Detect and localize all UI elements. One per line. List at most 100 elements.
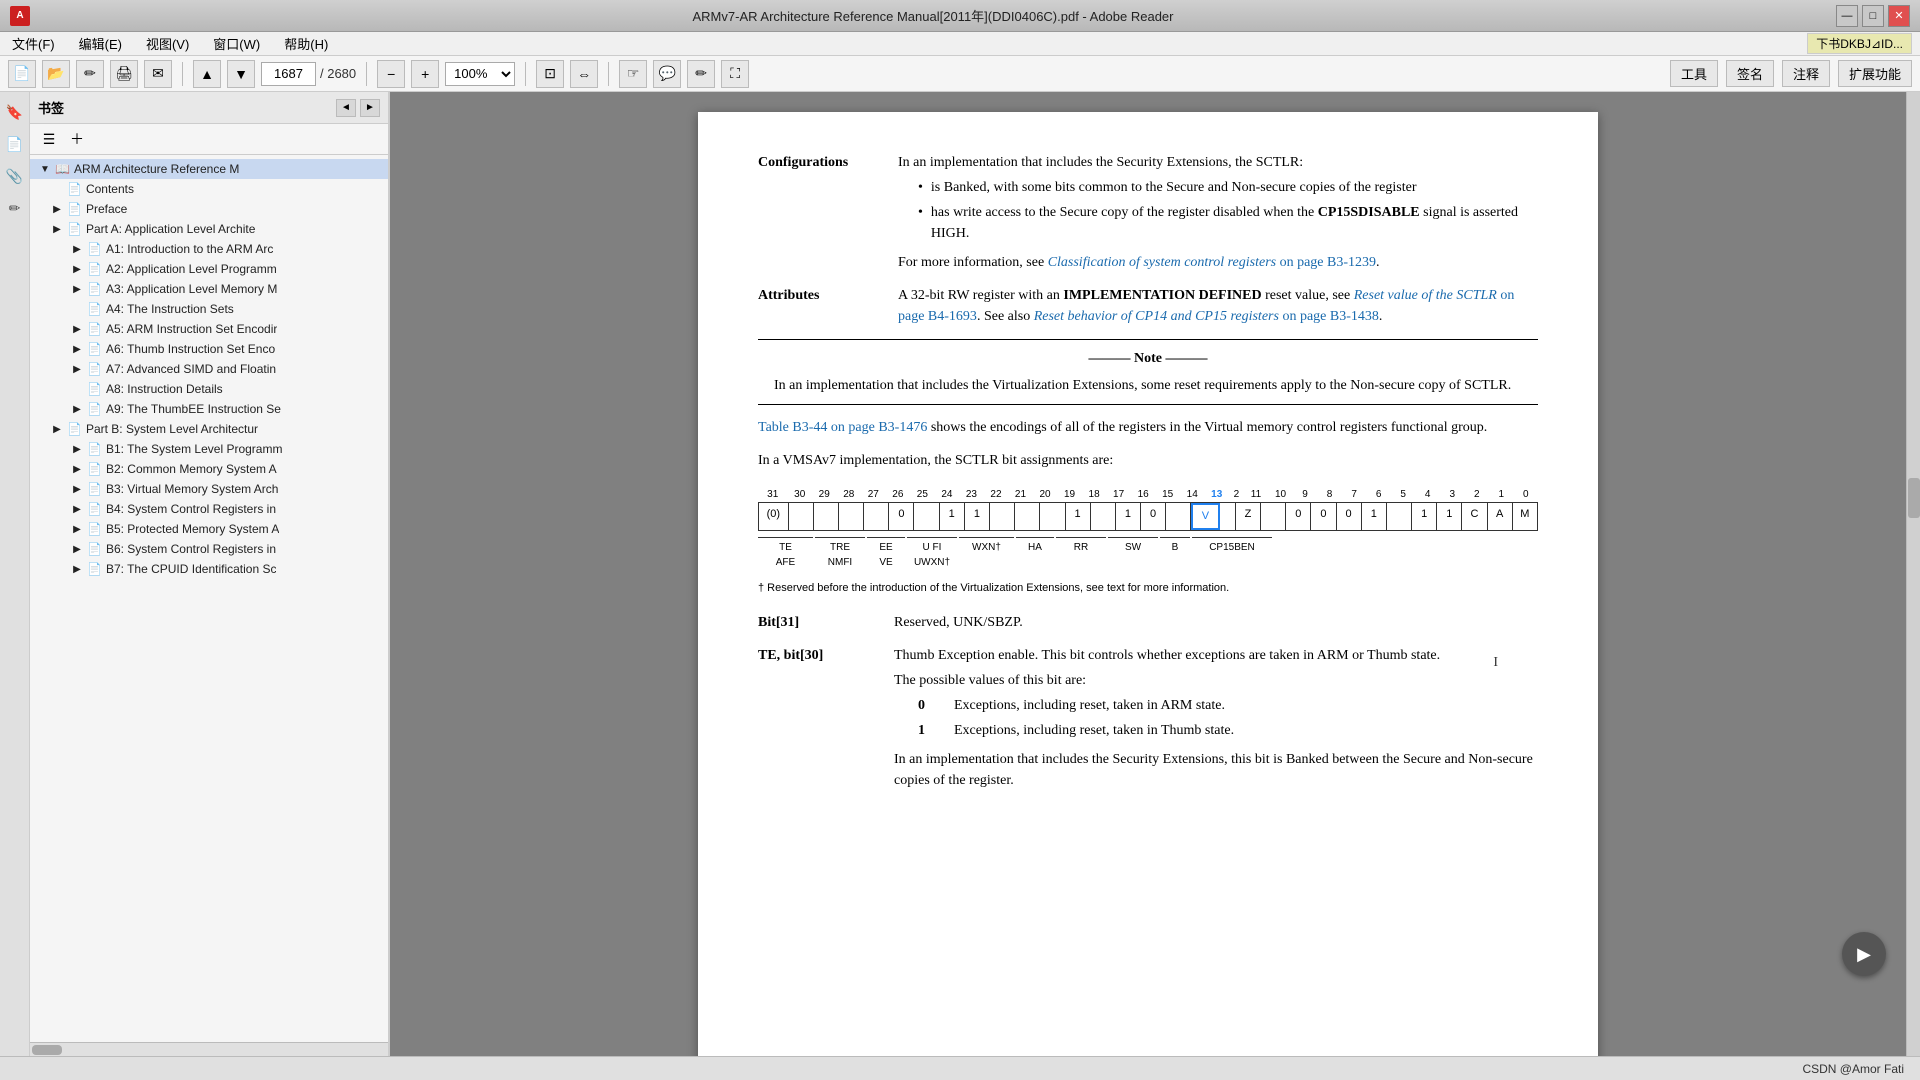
- bit-num-6: 6: [1366, 487, 1391, 502]
- edit-button[interactable]: ✏: [76, 60, 104, 88]
- open-button[interactable]: 📂: [42, 60, 70, 88]
- expand-icon-a2[interactable]: ▶: [70, 262, 84, 276]
- sidebar-collapse-btn[interactable]: ◄: [336, 99, 356, 117]
- close-button[interactable]: ✕: [1888, 5, 1910, 27]
- right-scrollbar[interactable]: [1906, 92, 1920, 1056]
- expand-icon-a3[interactable]: ▶: [70, 282, 84, 296]
- hand-tool-button[interactable]: ☞: [619, 60, 647, 88]
- expand-icon-b6[interactable]: ▶: [70, 542, 84, 556]
- comment-button[interactable]: 💬: [653, 60, 681, 88]
- menu-view[interactable]: 视图(V): [142, 32, 193, 55]
- tree-item-b6[interactable]: ▶ 📄 B6: System Control Registers in: [30, 539, 388, 559]
- app-icon: A: [10, 6, 30, 26]
- expand-icon-a5[interactable]: ▶: [70, 322, 84, 336]
- next-page-button[interactable]: ▼: [227, 60, 255, 88]
- bit-num-18: 18: [1082, 487, 1107, 502]
- tree-item-a1[interactable]: ▶ 📄 A1: Introduction to the ARM Arc: [30, 239, 388, 259]
- sign-button[interactable]: 签名: [1726, 60, 1774, 87]
- tree-item-a4[interactable]: ▶ 📄 A4: The Instruction Sets: [30, 299, 388, 319]
- classification-link[interactable]: Classification of system control registe…: [1048, 255, 1376, 270]
- expand-icon-b3[interactable]: ▶: [70, 482, 84, 496]
- tree-item-a3[interactable]: ▶ 📄 A3: Application Level Memory M: [30, 279, 388, 299]
- bookmark-panel-btn[interactable]: 🔖: [3, 100, 27, 124]
- highlight-button[interactable]: ✏: [687, 60, 715, 88]
- sidebar-scrollbar-thumb[interactable]: [32, 1045, 62, 1055]
- table-link-row: Table B3-44 on page B3-1476 shows the en…: [758, 417, 1538, 438]
- tree-item-a6[interactable]: ▶ 📄 A6: Thumb Instruction Set Enco: [30, 339, 388, 359]
- configurations-bullet2: has write access to the Secure copy of t…: [918, 202, 1538, 244]
- te-val1-row: 1 Exceptions, including reset, taken in …: [918, 720, 1538, 741]
- zoom-select[interactable]: 100% 75% 125% 150% 200%: [445, 62, 515, 86]
- expand-icon-preface[interactable]: ▶: [50, 202, 64, 216]
- tree-item-contents-label: Contents: [86, 182, 134, 196]
- tree-item-b2[interactable]: ▶ 📄 B2: Common Memory System A: [30, 459, 388, 479]
- bit-num-17: 17: [1106, 487, 1131, 502]
- expand-icon-b2[interactable]: ▶: [70, 462, 84, 476]
- tree-item-partA[interactable]: ▶ 📄 Part A: Application Level Archite: [30, 219, 388, 239]
- tree-item-b5[interactable]: ▶ 📄 B5: Protected Memory System A: [30, 519, 388, 539]
- tree-item-partB[interactable]: ▶ 📄 Part B: System Level Architectur: [30, 419, 388, 439]
- expand-icon-b4[interactable]: ▶: [70, 502, 84, 516]
- bit-val-22: [990, 503, 1015, 530]
- tree-item-preface[interactable]: ▶ 📄 Preface: [30, 199, 388, 219]
- expand-icon-a1[interactable]: ▶: [70, 242, 84, 256]
- expand-icon-b5[interactable]: ▶: [70, 522, 84, 536]
- menu-window[interactable]: 窗口(W): [209, 32, 264, 55]
- fit-width-button[interactable]: ⇔: [570, 60, 598, 88]
- window-controls: — □ ✕: [1836, 5, 1910, 27]
- expand-icon-b1[interactable]: ▶: [70, 442, 84, 456]
- comment-panel-btn[interactable]: ✏: [3, 196, 27, 220]
- attach-panel-btn[interactable]: 📎: [3, 164, 27, 188]
- expand-icon-partB[interactable]: ▶: [50, 422, 64, 436]
- reset-behavior-link[interactable]: Reset behavior of CP14 and CP15 register…: [1034, 309, 1379, 324]
- tree-item-b1[interactable]: ▶ 📄 B1: The System Level Programm: [30, 439, 388, 459]
- sidebar-expand-btn[interactable]: ►: [360, 99, 380, 117]
- tree-item-b4[interactable]: ▶ 📄 B4: System Control Registers in: [30, 499, 388, 519]
- tree-item-a5[interactable]: ▶ 📄 A5: ARM Instruction Set Encodir: [30, 319, 388, 339]
- prev-page-button[interactable]: ▲: [193, 60, 221, 88]
- label-sw: SW: [1108, 537, 1158, 570]
- print-button[interactable]: 🖨: [110, 60, 138, 88]
- page-input[interactable]: [261, 62, 316, 86]
- sidebar-add-btn[interactable]: ＋: [66, 128, 88, 150]
- tree-item-b7[interactable]: ▶ 📄 B7: The CPUID Identification Sc: [30, 559, 388, 579]
- tools-button[interactable]: 工具: [1670, 60, 1718, 87]
- expand-icon-root[interactable]: ▼: [38, 162, 52, 176]
- extensions-button[interactable]: 扩展功能: [1838, 60, 1912, 87]
- expand-icon-a9[interactable]: ▶: [70, 402, 84, 416]
- expand-icon-partA[interactable]: ▶: [50, 222, 64, 236]
- sidebar-options-btn[interactable]: ☰: [38, 128, 60, 150]
- tree-item-a7[interactable]: ▶ 📄 A7: Advanced SIMD and Floatin: [30, 359, 388, 379]
- scrollbar-thumb[interactable]: [1908, 478, 1920, 518]
- tree-item-a8[interactable]: ▶ 📄 A8: Instruction Details: [30, 379, 388, 399]
- expand-icon-a7[interactable]: ▶: [70, 362, 84, 376]
- fit-page-button[interactable]: ⊡: [536, 60, 564, 88]
- comment-toolbar-button[interactable]: 注释: [1782, 60, 1830, 87]
- maximize-button[interactable]: □: [1862, 5, 1884, 27]
- tree-item-root[interactable]: ▼ 📖 ARM Architecture Reference M: [30, 159, 388, 179]
- tree-item-b3[interactable]: ▶ 📄 B3: Virtual Memory System Arch: [30, 479, 388, 499]
- float-scroll-button[interactable]: ▶: [1842, 932, 1886, 976]
- main-layout: 🔖 📄 📎 ✏ 书签 ◄ ► ☰ ＋ ▼ 📖 ARM Architecture …: [0, 92, 1920, 1056]
- expand-icon-a6[interactable]: ▶: [70, 342, 84, 356]
- expand-icon-b7[interactable]: ▶: [70, 562, 84, 576]
- book-icon-a9: 📄: [87, 402, 102, 416]
- pages-panel-btn[interactable]: 📄: [3, 132, 27, 156]
- minimize-button[interactable]: —: [1836, 5, 1858, 27]
- tree-item-a2[interactable]: ▶ 📄 A2: Application Level Programm: [30, 259, 388, 279]
- tree-item-contents[interactable]: ▶ 📄 Contents: [30, 179, 388, 199]
- email-button[interactable]: ✉: [144, 60, 172, 88]
- table-link[interactable]: Table B3-44 on page B3-1476: [758, 420, 927, 435]
- menu-file[interactable]: 文件(F): [8, 32, 59, 55]
- zoom-in-button[interactable]: +: [411, 60, 439, 88]
- fullscreen-button[interactable]: ⛶: [721, 60, 749, 88]
- te-possible: The possible values of this bit are:: [894, 670, 1538, 691]
- menu-edit[interactable]: 编辑(E): [75, 32, 126, 55]
- pdf-viewer[interactable]: Configurations In an implementation that…: [390, 92, 1906, 1056]
- zoom-out-button[interactable]: −: [377, 60, 405, 88]
- new-button[interactable]: 📄: [8, 60, 36, 88]
- tree-item-a9[interactable]: ▶ 📄 A9: The ThumbEE Instruction Se: [30, 399, 388, 419]
- menu-help[interactable]: 帮助(H): [280, 32, 332, 55]
- label-ha: HA: [1016, 537, 1054, 570]
- sidebar-scrollbar[interactable]: [30, 1042, 388, 1056]
